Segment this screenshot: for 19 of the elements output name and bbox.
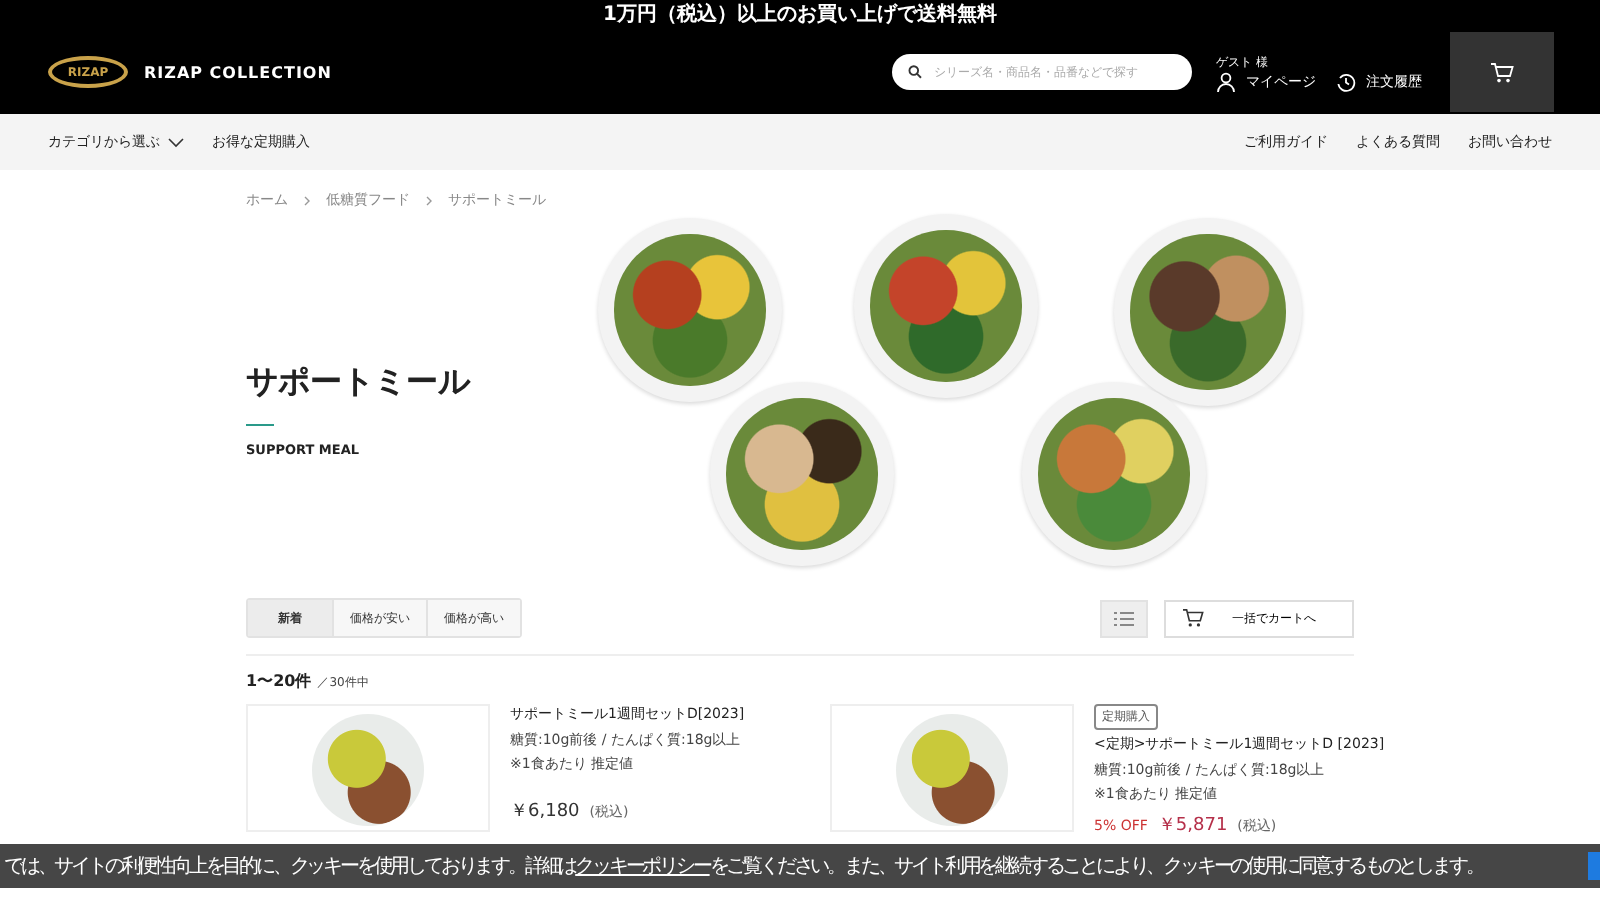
cart-icon bbox=[1490, 61, 1514, 83]
product-image[interactable] bbox=[246, 704, 490, 832]
chevron-right-icon bbox=[426, 195, 432, 205]
list-icon bbox=[1114, 611, 1134, 625]
page-title: サポートミール bbox=[246, 362, 470, 404]
result-range: 1〜20件 bbox=[246, 670, 312, 692]
cookie-policy-link[interactable]: クッキーポリシー bbox=[575, 856, 710, 878]
promo-banner: 1万円（税込）以上のお買い上げで送料無料 bbox=[0, 0, 1600, 30]
cart-icon bbox=[1182, 608, 1204, 628]
cookie-notice: では、サイトの利便性向上を目的に、クッキーを使用しております。詳細はクッキーポリシーをご覧ください。また、サイト利用を継続することにより、クッキーの使用に同意するものとします。 bbox=[4, 853, 1483, 880]
product-image[interactable] bbox=[830, 704, 1074, 832]
chevron-right-icon bbox=[304, 195, 310, 205]
history-icon bbox=[1336, 71, 1356, 91]
product-price: ￥5,871 bbox=[1157, 813, 1228, 837]
product-price: ￥6,180 bbox=[510, 799, 580, 823]
person-icon bbox=[1216, 71, 1236, 91]
brand-name: RIZAP COLLECTION bbox=[144, 63, 332, 81]
list-view-button[interactable] bbox=[1100, 599, 1148, 637]
search-icon bbox=[908, 64, 923, 80]
